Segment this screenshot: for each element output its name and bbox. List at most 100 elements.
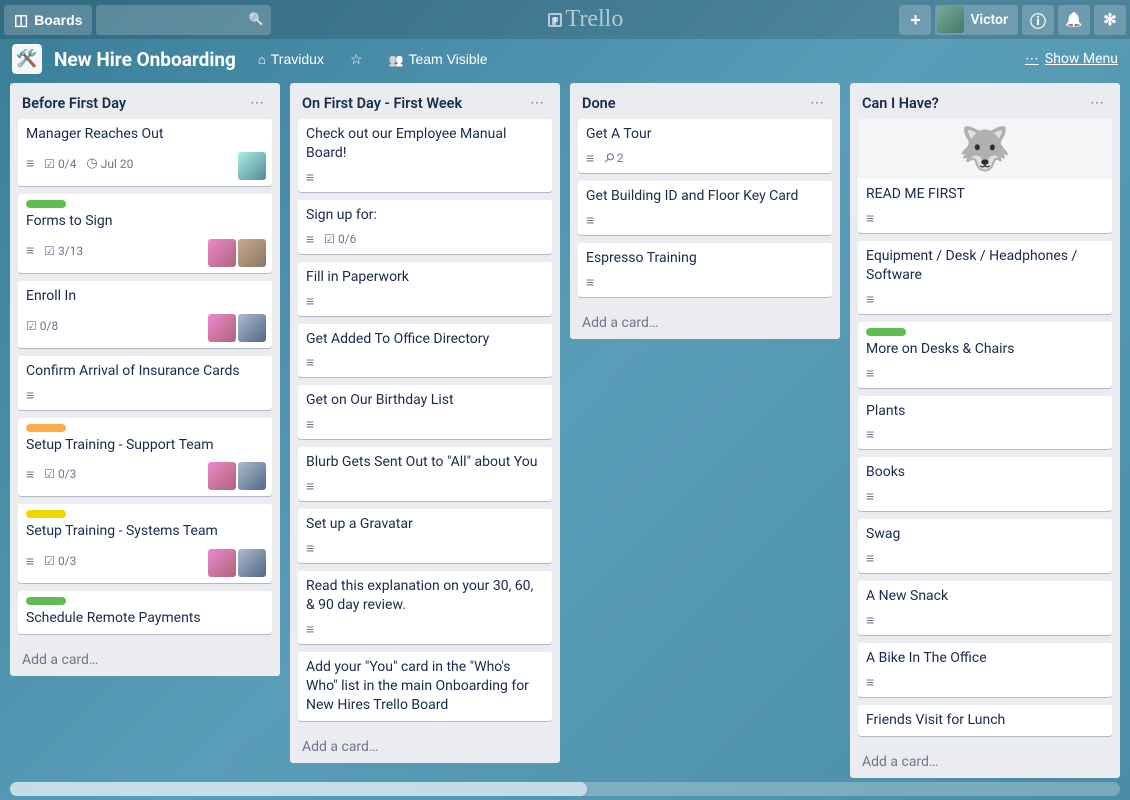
card[interactable]: A New Snack — [858, 581, 1112, 635]
member-avatar[interactable] — [238, 152, 266, 180]
card[interactable]: Swag — [858, 519, 1112, 573]
card[interactable]: Get Building ID and Floor Key Card — [578, 181, 832, 235]
org-button[interactable]: Travidux — [248, 45, 334, 73]
card-cover: 🐺 — [858, 119, 1112, 179]
list-menu-button[interactable] — [246, 93, 268, 113]
card[interactable]: Set up a Gravatar — [298, 509, 552, 563]
description-icon — [306, 293, 314, 310]
card[interactable]: More on Desks & Chairs — [858, 322, 1112, 388]
org-icon — [258, 51, 266, 67]
description-badge — [586, 274, 594, 291]
member-avatar[interactable] — [208, 462, 236, 490]
card[interactable]: Read this explanation on your 30, 60, & … — [298, 571, 552, 644]
card[interactable]: Plants — [858, 396, 1112, 450]
search-icon — [248, 12, 263, 27]
add-card-button[interactable]: Add a card… — [850, 746, 1120, 778]
card-title: Books — [866, 463, 1104, 482]
checklist-icon — [44, 554, 55, 568]
list-title[interactable]: On First Day - First Week — [302, 95, 526, 112]
card-label — [26, 510, 66, 518]
attachment-icon — [604, 151, 614, 166]
add-card-button[interactable]: Add a card… — [10, 644, 280, 676]
settings-button[interactable] — [1094, 5, 1126, 35]
card[interactable]: Get Added To Office Directory — [298, 324, 552, 378]
app-logo: Trello — [548, 6, 624, 33]
list-menu-button[interactable] — [526, 93, 548, 113]
card[interactable]: Friends Visit for Lunch — [858, 705, 1112, 736]
description-badge — [866, 550, 874, 567]
description-icon — [306, 621, 314, 638]
list-menu-button[interactable] — [806, 93, 828, 113]
scrollbar-thumb[interactable] — [10, 782, 587, 796]
member-avatar[interactable] — [238, 462, 266, 490]
horizontal-scrollbar[interactable] — [10, 782, 1120, 796]
add-card-button[interactable]: Add a card… — [290, 731, 560, 763]
card[interactable]: Sign up for: 0/6 — [298, 200, 552, 254]
description-badge — [866, 426, 874, 443]
info-button[interactable] — [1022, 5, 1054, 35]
member-avatar[interactable] — [208, 314, 236, 342]
card-title: Get A Tour — [586, 125, 824, 144]
card[interactable]: Fill in Paperwork — [298, 262, 552, 316]
search-input[interactable] — [96, 5, 271, 35]
description-icon — [866, 488, 874, 505]
card[interactable]: Enroll In0/8 — [18, 281, 272, 348]
card[interactable]: Manager Reaches Out 0/4Jul 20 — [18, 119, 272, 186]
card-badges: 0/4Jul 20 — [26, 150, 264, 178]
list-header: Done — [570, 83, 840, 119]
description-icon — [306, 354, 314, 371]
user-menu[interactable]: Victor — [935, 5, 1018, 35]
card[interactable]: Get A Tour2 — [578, 119, 832, 173]
card[interactable]: Schedule Remote Payments — [18, 591, 272, 634]
boards-button[interactable]: Boards — [4, 5, 92, 35]
card-title: Forms to Sign — [26, 212, 264, 231]
add-card-button[interactable]: Add a card… — [570, 307, 840, 339]
card[interactable]: Get on Our Birthday List — [298, 385, 552, 439]
card[interactable]: Setup Training - Support Team0/3 — [18, 418, 272, 497]
description-badge — [866, 674, 874, 691]
member-avatar[interactable] — [208, 239, 236, 267]
card-label — [26, 200, 66, 208]
description-badge — [586, 150, 594, 167]
member-avatar[interactable] — [238, 239, 266, 267]
member-avatar[interactable] — [238, 314, 266, 342]
card-badges — [866, 550, 1104, 567]
description-icon — [866, 674, 874, 691]
card[interactable]: Books — [858, 457, 1112, 511]
card-title: Manager Reaches Out — [26, 125, 264, 144]
card[interactable]: Equipment / Desk / Headphones / Software — [858, 241, 1112, 314]
card-badges — [866, 210, 1104, 227]
card[interactable]: Confirm Arrival of Insurance Cards — [18, 356, 272, 410]
card[interactable]: Check out our Employee Manual Board! — [298, 119, 552, 192]
card[interactable]: Add your "You" card in the "Who's Who" l… — [298, 652, 552, 721]
list-title[interactable]: Before First Day — [22, 95, 246, 112]
card-badges: 0/6 — [306, 231, 544, 248]
board-canvas[interactable]: Before First Day Manager Reaches Out 0/4Ju… — [0, 79, 1130, 800]
card[interactable]: Setup Training - Systems Team0/3 — [18, 504, 272, 583]
show-menu-button[interactable]: Show Menu — [1025, 51, 1118, 67]
card-title: Setup Training - Support Team — [26, 436, 264, 455]
info-icon — [1030, 8, 1046, 32]
card[interactable]: Blurb Gets Sent Out to "All" about You — [298, 447, 552, 501]
list-title[interactable]: Can I Have? — [862, 95, 1086, 112]
create-button[interactable] — [899, 5, 931, 35]
card[interactable]: A Bike In The Office — [858, 643, 1112, 697]
star-button[interactable] — [340, 45, 373, 74]
card-title: Sign up for: — [306, 206, 544, 225]
list-title[interactable]: Done — [582, 95, 806, 112]
list-header: Can I Have? — [850, 83, 1120, 119]
card-title: A Bike In The Office — [866, 649, 1104, 668]
member-avatar[interactable] — [238, 549, 266, 577]
card-title: Set up a Gravatar — [306, 515, 544, 534]
list-menu-button[interactable] — [1086, 93, 1108, 113]
member-avatar[interactable] — [208, 549, 236, 577]
card-badges — [306, 169, 544, 186]
boards-icon — [14, 11, 28, 29]
card[interactable]: Forms to Sign3/13 — [18, 194, 272, 273]
checklist-badge: 0/8 — [26, 319, 58, 333]
notifications-button[interactable] — [1058, 5, 1090, 35]
card[interactable]: 🐺READ ME FIRST — [858, 119, 1112, 233]
card-badges — [306, 416, 544, 433]
visibility-button[interactable]: Team Visible — [379, 45, 498, 73]
card[interactable]: Espresso Training — [578, 243, 832, 297]
